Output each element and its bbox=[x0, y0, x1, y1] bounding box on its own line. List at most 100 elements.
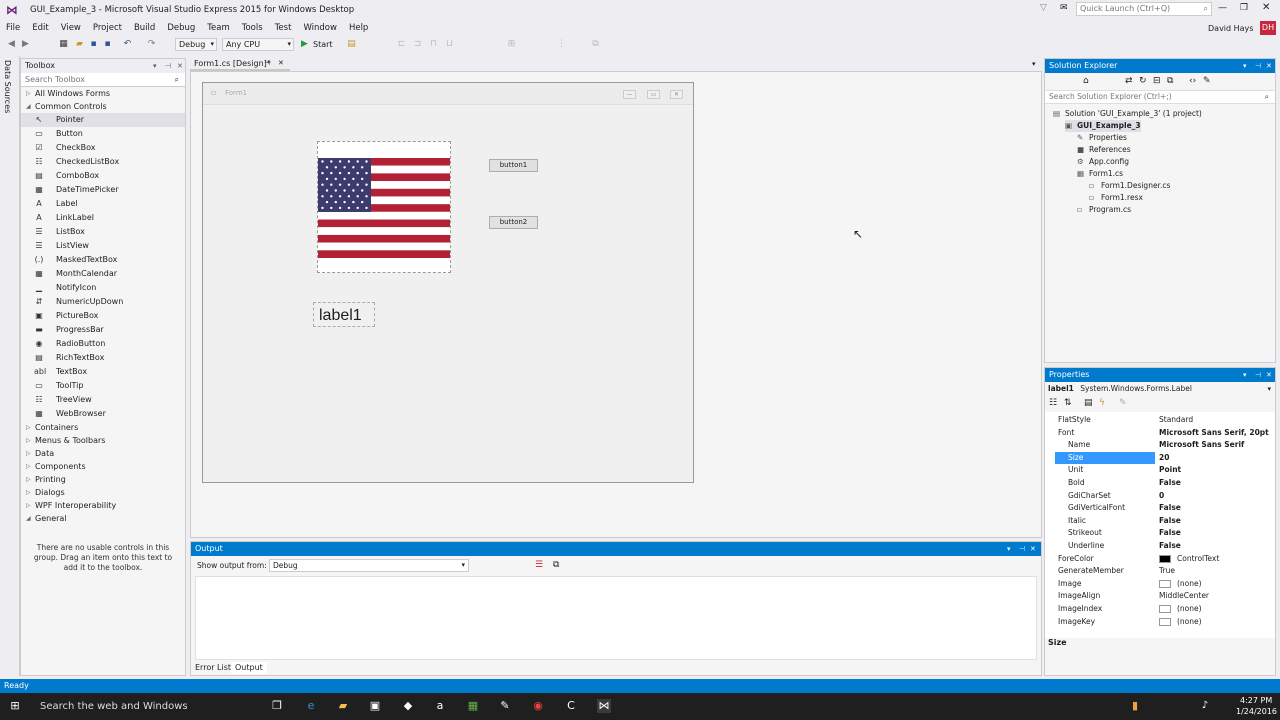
spacing-icon[interactable]: ⋮ bbox=[556, 39, 567, 50]
close-icon[interactable]: ✕ bbox=[1030, 542, 1036, 556]
property-row-imagekey[interactable]: ImageKey (none) bbox=[1045, 616, 1273, 629]
categorized-icon[interactable]: ☷ bbox=[1049, 398, 1057, 408]
category-printing[interactable]: ▷ Printing bbox=[21, 473, 185, 486]
code-icon[interactable]: ‹› bbox=[1189, 76, 1196, 86]
property-value[interactable]: (none) bbox=[1177, 578, 1202, 591]
toolbox-item-datetimepicker[interactable]: ▦ DateTimePicker bbox=[21, 183, 185, 197]
toolbox-item-notifyicon[interactable]: ▁ NotifyIcon bbox=[21, 281, 185, 295]
close-icon[interactable]: ✕ bbox=[177, 59, 183, 73]
label1[interactable]: label1 bbox=[313, 302, 375, 327]
output-text-area[interactable] bbox=[195, 576, 1037, 660]
solution-item-program-cs[interactable]: ▫ Program.cs bbox=[1077, 204, 1131, 216]
menu-edit[interactable]: Edit bbox=[26, 20, 54, 36]
button1[interactable]: button1 bbox=[489, 159, 538, 172]
property-value[interactable]: False bbox=[1159, 515, 1181, 528]
category-common-controls[interactable]: ◢ Common Controls bbox=[21, 100, 185, 113]
menu-tools[interactable]: Tools bbox=[236, 20, 269, 36]
category-all-windows-forms[interactable]: ▷ All Windows Forms bbox=[21, 87, 185, 100]
toolbox-item-webbrowser[interactable]: ▦ WebBrowser bbox=[21, 407, 185, 421]
toolbox-item-listview[interactable]: ☰ ListView bbox=[21, 239, 185, 253]
pin-icon[interactable]: ⊣ bbox=[264, 57, 270, 70]
toolbox-item-numericupdown[interactable]: ⇵ NumericUpDown bbox=[21, 295, 185, 309]
refresh-icon[interactable]: ↻ bbox=[1139, 76, 1147, 86]
category-general[interactable]: ◢ General bbox=[21, 512, 185, 525]
dropdown-icon[interactable]: ▾ bbox=[1243, 368, 1247, 382]
property-value[interactable]: False bbox=[1159, 527, 1181, 540]
property-row-imageindex[interactable]: ImageIndex (none) bbox=[1045, 603, 1273, 616]
clock-date[interactable]: 1/24/2016 bbox=[1236, 707, 1277, 716]
property-pages-icon[interactable]: ✎ bbox=[1119, 398, 1127, 408]
property-value[interactable]: (none) bbox=[1177, 616, 1202, 629]
camtasia-icon[interactable]: C bbox=[564, 699, 578, 713]
toolbox-item-combobox[interactable]: ▤ ComboBox bbox=[21, 169, 185, 183]
undo-icon[interactable]: ↶ bbox=[122, 39, 133, 50]
menu-view[interactable]: View bbox=[55, 20, 87, 36]
toolbox-item-picturebox[interactable]: ▣ PictureBox bbox=[21, 309, 185, 323]
property-value[interactable]: (none) bbox=[1177, 603, 1202, 616]
word-wrap-icon[interactable]: ⧉ bbox=[553, 560, 559, 570]
toolbox-item-tooltip[interactable]: ▭ ToolTip bbox=[21, 379, 185, 393]
picturebox-flag[interactable] bbox=[317, 141, 451, 273]
order-icon[interactable]: ⧉ bbox=[590, 39, 601, 50]
property-row-name[interactable]: Name Microsoft Sans Serif bbox=[1045, 439, 1273, 452]
property-row-generatemember[interactable]: GenerateMember True bbox=[1045, 565, 1273, 578]
close-button[interactable]: ✕ bbox=[1262, 2, 1270, 13]
property-row-bold[interactable]: Bold False bbox=[1045, 477, 1273, 490]
back-icon[interactable]: ◀ bbox=[6, 39, 17, 50]
show-output-select[interactable]: Debug ▾ bbox=[269, 559, 469, 572]
close-tab-icon[interactable]: ✕ bbox=[278, 57, 284, 70]
category-data[interactable]: ▷ Data bbox=[21, 447, 185, 460]
property-row-strikeout[interactable]: Strikeout False bbox=[1045, 527, 1273, 540]
property-value[interactable]: True bbox=[1159, 565, 1175, 578]
alphabetical-icon[interactable]: ⇅ bbox=[1064, 398, 1072, 408]
menu-build[interactable]: Build bbox=[128, 20, 161, 36]
property-row-font[interactable]: Font Microsoft Sans Serif, 20pt bbox=[1045, 427, 1273, 440]
property-row-gdiverticalfont[interactable]: GdiVerticalFont False bbox=[1045, 502, 1273, 515]
toolbox-item-linklabel[interactable]: A LinkLabel bbox=[21, 211, 185, 225]
tab-dropdown-icon[interactable]: ▾ bbox=[1032, 60, 1036, 68]
start-button[interactable]: Start bbox=[313, 40, 333, 49]
property-value[interactable]: False bbox=[1159, 502, 1181, 515]
menu-debug[interactable]: Debug bbox=[161, 20, 201, 36]
collapse-all-icon[interactable]: ⊟ bbox=[1153, 76, 1161, 86]
properties-view-icon[interactable]: ▤ bbox=[1084, 398, 1093, 408]
toolbox-item-button[interactable]: ▭ Button bbox=[21, 127, 185, 141]
toolbox-search-input[interactable]: Search Toolbox ⌕ bbox=[21, 73, 185, 87]
volume-icon[interactable]: ♪ bbox=[1198, 699, 1212, 713]
property-row-unit[interactable]: Unit Point bbox=[1045, 464, 1273, 477]
solution-item-properties[interactable]: ✎ Properties bbox=[1077, 132, 1127, 144]
show-all-icon[interactable]: ⧉ bbox=[1167, 76, 1173, 86]
property-row-flatstyle[interactable]: FlatStyle Standard bbox=[1045, 414, 1273, 427]
close-icon[interactable]: ✕ bbox=[1266, 368, 1272, 382]
save-all-icon[interactable]: ▪ bbox=[102, 39, 113, 50]
dropbox-icon[interactable]: ◆ bbox=[401, 699, 415, 713]
sync-icon[interactable]: ⇄ bbox=[1125, 76, 1133, 86]
toolbox-item-checkbox[interactable]: ☑ CheckBox bbox=[21, 141, 185, 155]
dropdown-icon[interactable]: ▾ bbox=[153, 59, 157, 73]
solution-search-input[interactable]: Search Solution Explorer (Ctrl+;) ⌕ bbox=[1045, 90, 1275, 104]
property-row-size[interactable]: Size 20 bbox=[1045, 451, 1273, 465]
button2[interactable]: button2 bbox=[489, 216, 538, 229]
property-value[interactable]: MiddleCenter bbox=[1159, 590, 1209, 603]
clear-all-icon[interactable]: ☰ bbox=[535, 560, 543, 570]
property-value[interactable]: False bbox=[1159, 477, 1181, 490]
tab-error-list[interactable]: Error List bbox=[191, 662, 235, 674]
open-file-icon[interactable]: ▰ bbox=[74, 39, 85, 50]
property-row-gdicharset[interactable]: GdiCharSet 0 bbox=[1045, 490, 1273, 503]
clock-time[interactable]: 4:27 PM bbox=[1240, 696, 1272, 705]
menu-project[interactable]: Project bbox=[87, 20, 128, 36]
property-value[interactable]: Microsoft Sans Serif bbox=[1159, 439, 1244, 452]
solution-item-solution-gui-example-3-1-project-[interactable]: ▤ Solution 'GUI_Example_3' (1 project) bbox=[1053, 108, 1202, 120]
home-icon[interactable]: ⌂ bbox=[1083, 76, 1089, 86]
make-same-size-icon[interactable]: ⊞ bbox=[506, 39, 517, 50]
file-explorer-icon[interactable]: ▰ bbox=[336, 699, 350, 713]
filter-icon[interactable]: ▽ bbox=[1040, 3, 1047, 13]
minimize-button[interactable]: — bbox=[1218, 3, 1227, 13]
category-dialogs[interactable]: ▷ Dialogs bbox=[21, 486, 185, 499]
property-row-underline[interactable]: Underline False bbox=[1045, 540, 1273, 553]
properties-icon[interactable]: ✎ bbox=[1203, 76, 1211, 86]
new-project-icon[interactable]: ▦ bbox=[58, 39, 69, 50]
toolbox-item-maskedtextbox[interactable]: (.) MaskedTextBox bbox=[21, 253, 185, 267]
solution-item-form1-cs[interactable]: ▦ Form1.cs bbox=[1077, 168, 1123, 180]
toolbox-item-listbox[interactable]: ☰ ListBox bbox=[21, 225, 185, 239]
